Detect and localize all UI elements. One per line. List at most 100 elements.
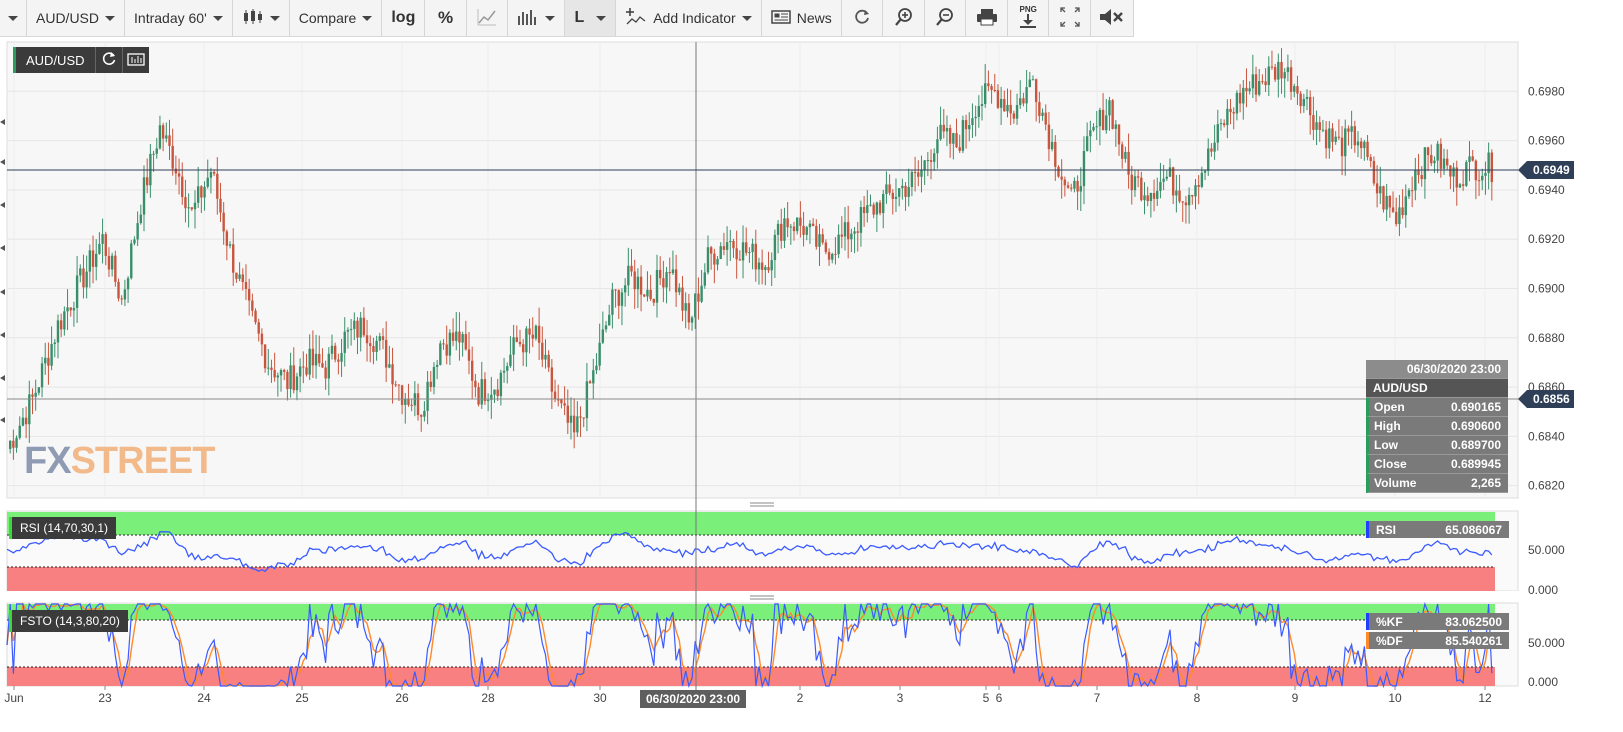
candle-body (999, 98, 1003, 108)
candle-body (945, 128, 949, 132)
candle-body (996, 90, 1000, 108)
candle-body (760, 262, 764, 270)
candle-body (668, 272, 671, 274)
ohlc-label: Volume (1374, 476, 1417, 490)
candle-body (980, 104, 984, 106)
candle-body (464, 334, 468, 350)
symbol-badge-label: AUD/USD (13, 47, 95, 73)
candle-body (1070, 187, 1073, 189)
candle-body (400, 385, 404, 405)
candle-body (662, 278, 665, 288)
candle-body (1401, 207, 1404, 216)
candle-body (359, 317, 362, 338)
candle-body (1312, 115, 1315, 130)
candle-body (273, 369, 276, 378)
rsi-axis-label: 50.000 (1528, 543, 1565, 557)
candle-body (289, 365, 292, 390)
candle-body (101, 234, 104, 244)
candle-body (1207, 148, 1210, 171)
candle-body (458, 331, 461, 343)
candle-body (279, 370, 283, 376)
candle-body (314, 353, 318, 366)
candle-body (608, 314, 611, 326)
candle-body (1305, 96, 1309, 99)
candle-body (340, 352, 343, 362)
candle-body (1293, 86, 1296, 92)
candle-body (384, 339, 388, 368)
candle-body (432, 366, 436, 387)
candle-body (283, 370, 286, 372)
series-settings-button[interactable] (121, 47, 149, 73)
candle-body (1219, 123, 1223, 125)
candle-body (1117, 124, 1121, 145)
ohlc-value: 0.690165 (1450, 400, 1501, 414)
candle-body (780, 223, 783, 241)
candle-body (66, 307, 69, 312)
candle-body (1003, 98, 1006, 112)
candle-body (1066, 185, 1070, 188)
candle-body (448, 332, 452, 356)
candle-body (1372, 160, 1376, 184)
candle-body (920, 169, 923, 177)
fsto-df-value-box: %DF 85.540261 (1366, 632, 1509, 649)
candle-body (1019, 98, 1022, 106)
candle-body (181, 176, 184, 198)
candle-body (327, 353, 331, 379)
candle-body (1433, 160, 1436, 164)
date-axis-label: 7 (1094, 691, 1101, 705)
rsi-value: 65.086067 (1445, 522, 1502, 537)
candle-body (391, 364, 394, 385)
candle-body (1156, 190, 1159, 199)
candle-body (235, 272, 238, 279)
candle-body (1095, 126, 1098, 128)
candle-body (1273, 67, 1277, 80)
candle-body (850, 233, 853, 240)
df-value: 85.540261 (1445, 633, 1502, 648)
candle-body (120, 298, 123, 300)
candle-body (827, 252, 831, 260)
candle-body (917, 172, 920, 177)
fsto-axis-label: 50.000 (1528, 636, 1565, 650)
candle-body (1398, 207, 1401, 225)
ohlc-label: Open (1374, 400, 1405, 414)
candle-body (493, 389, 496, 395)
candle-body (1114, 124, 1118, 129)
price-axis-label: 0.6880 (1528, 331, 1565, 345)
candle-body (133, 239, 136, 244)
candle-body (394, 384, 397, 386)
candle-body (547, 354, 550, 368)
candle-body (423, 410, 426, 417)
candle-body (69, 307, 72, 311)
candle-body (894, 196, 898, 199)
candle-body (1277, 61, 1280, 80)
pane-divider-2[interactable] (0, 591, 1623, 602)
date-axis-label: 26 (395, 691, 409, 705)
candle-body (1356, 141, 1360, 146)
candle-body (1280, 61, 1283, 79)
candle-body (968, 125, 971, 130)
candle-body (745, 242, 748, 253)
pane-divider-1[interactable] (0, 499, 1623, 510)
rsi-indicator-label[interactable]: RSI (14,70,30,1) (9, 517, 117, 539)
candle-body (808, 223, 812, 228)
candle-body (1331, 128, 1334, 142)
candle-body (200, 186, 203, 198)
candle-body (1449, 165, 1452, 177)
candle-body (238, 274, 241, 279)
candle-body (139, 214, 143, 224)
candle-body (1369, 157, 1372, 161)
reload-series-button[interactable] (94, 47, 122, 73)
candle-body (681, 287, 684, 311)
candle-body (388, 364, 391, 368)
date-axis-label: 30 (593, 691, 607, 705)
rsi-axis-label: 0.000 (1528, 583, 1558, 597)
candle-body (897, 188, 901, 197)
candle-body (1258, 81, 1261, 95)
ohlc-row-volume: Volume 2,265 (1366, 474, 1508, 493)
candle-body (298, 366, 302, 377)
candle-body (1468, 156, 1471, 163)
fsto-indicator-label[interactable]: FSTO (14,3,80,20) (9, 610, 128, 632)
candle-body (805, 227, 808, 235)
candle-body (1111, 100, 1114, 129)
candle-body (732, 240, 735, 249)
